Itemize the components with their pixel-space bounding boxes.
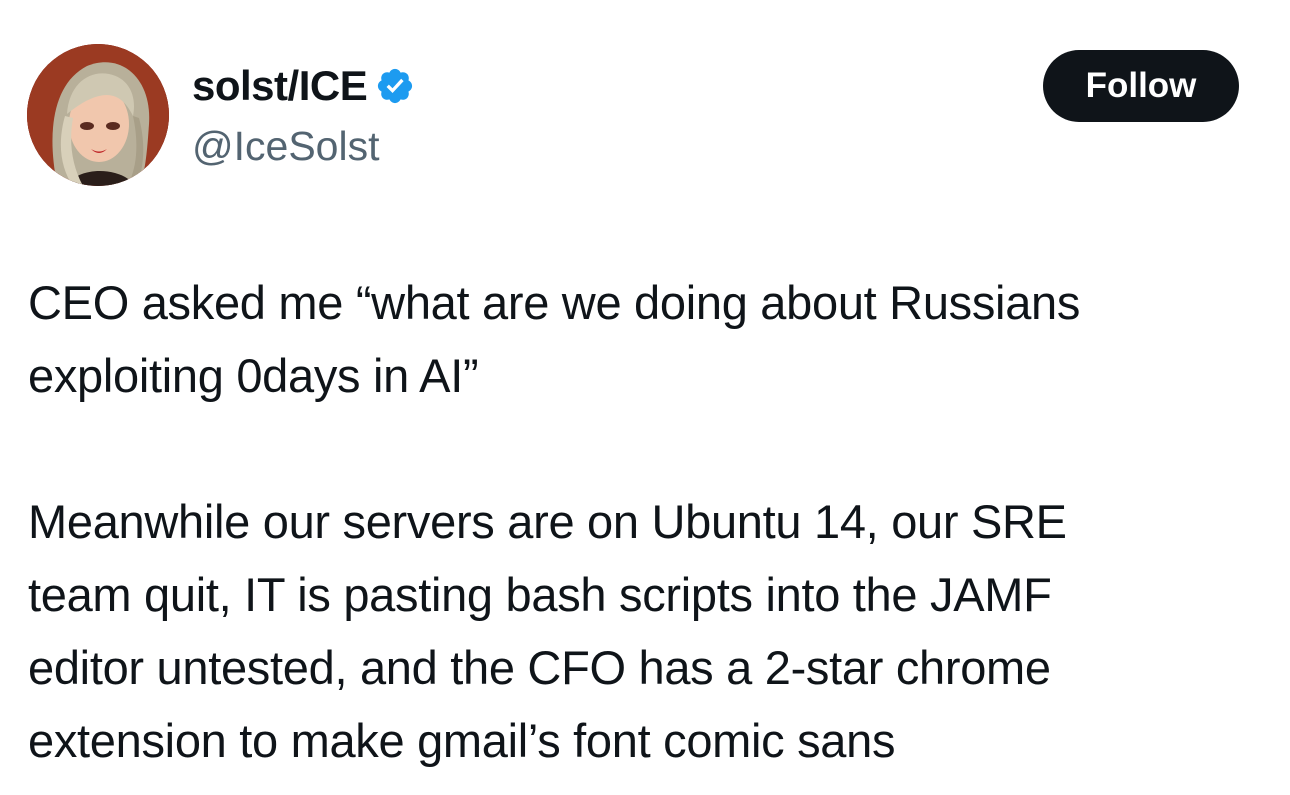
avatar[interactable] bbox=[27, 44, 169, 186]
avatar-illustration-icon bbox=[27, 44, 169, 186]
name-row: solst/ICE bbox=[192, 56, 415, 116]
follow-button[interactable]: Follow bbox=[1043, 50, 1239, 122]
tweet-paragraph: Meanwhile our servers are on Ubuntu 14, … bbox=[28, 495, 1067, 767]
display-name[interactable]: solst/ICE bbox=[192, 56, 368, 116]
tweet-card: solst/ICE @IceSolst Follow CEO asked me … bbox=[0, 0, 1290, 795]
verified-badge-icon[interactable] bbox=[375, 66, 415, 106]
tweet-paragraph: CEO asked me “what are we doing about Ru… bbox=[28, 276, 1081, 402]
tweet-text: CEO asked me “what are we doing about Ru… bbox=[28, 266, 1273, 777]
author-handle[interactable]: @IceSolst bbox=[192, 118, 415, 174]
author-identity: solst/ICE @IceSolst bbox=[192, 56, 415, 174]
